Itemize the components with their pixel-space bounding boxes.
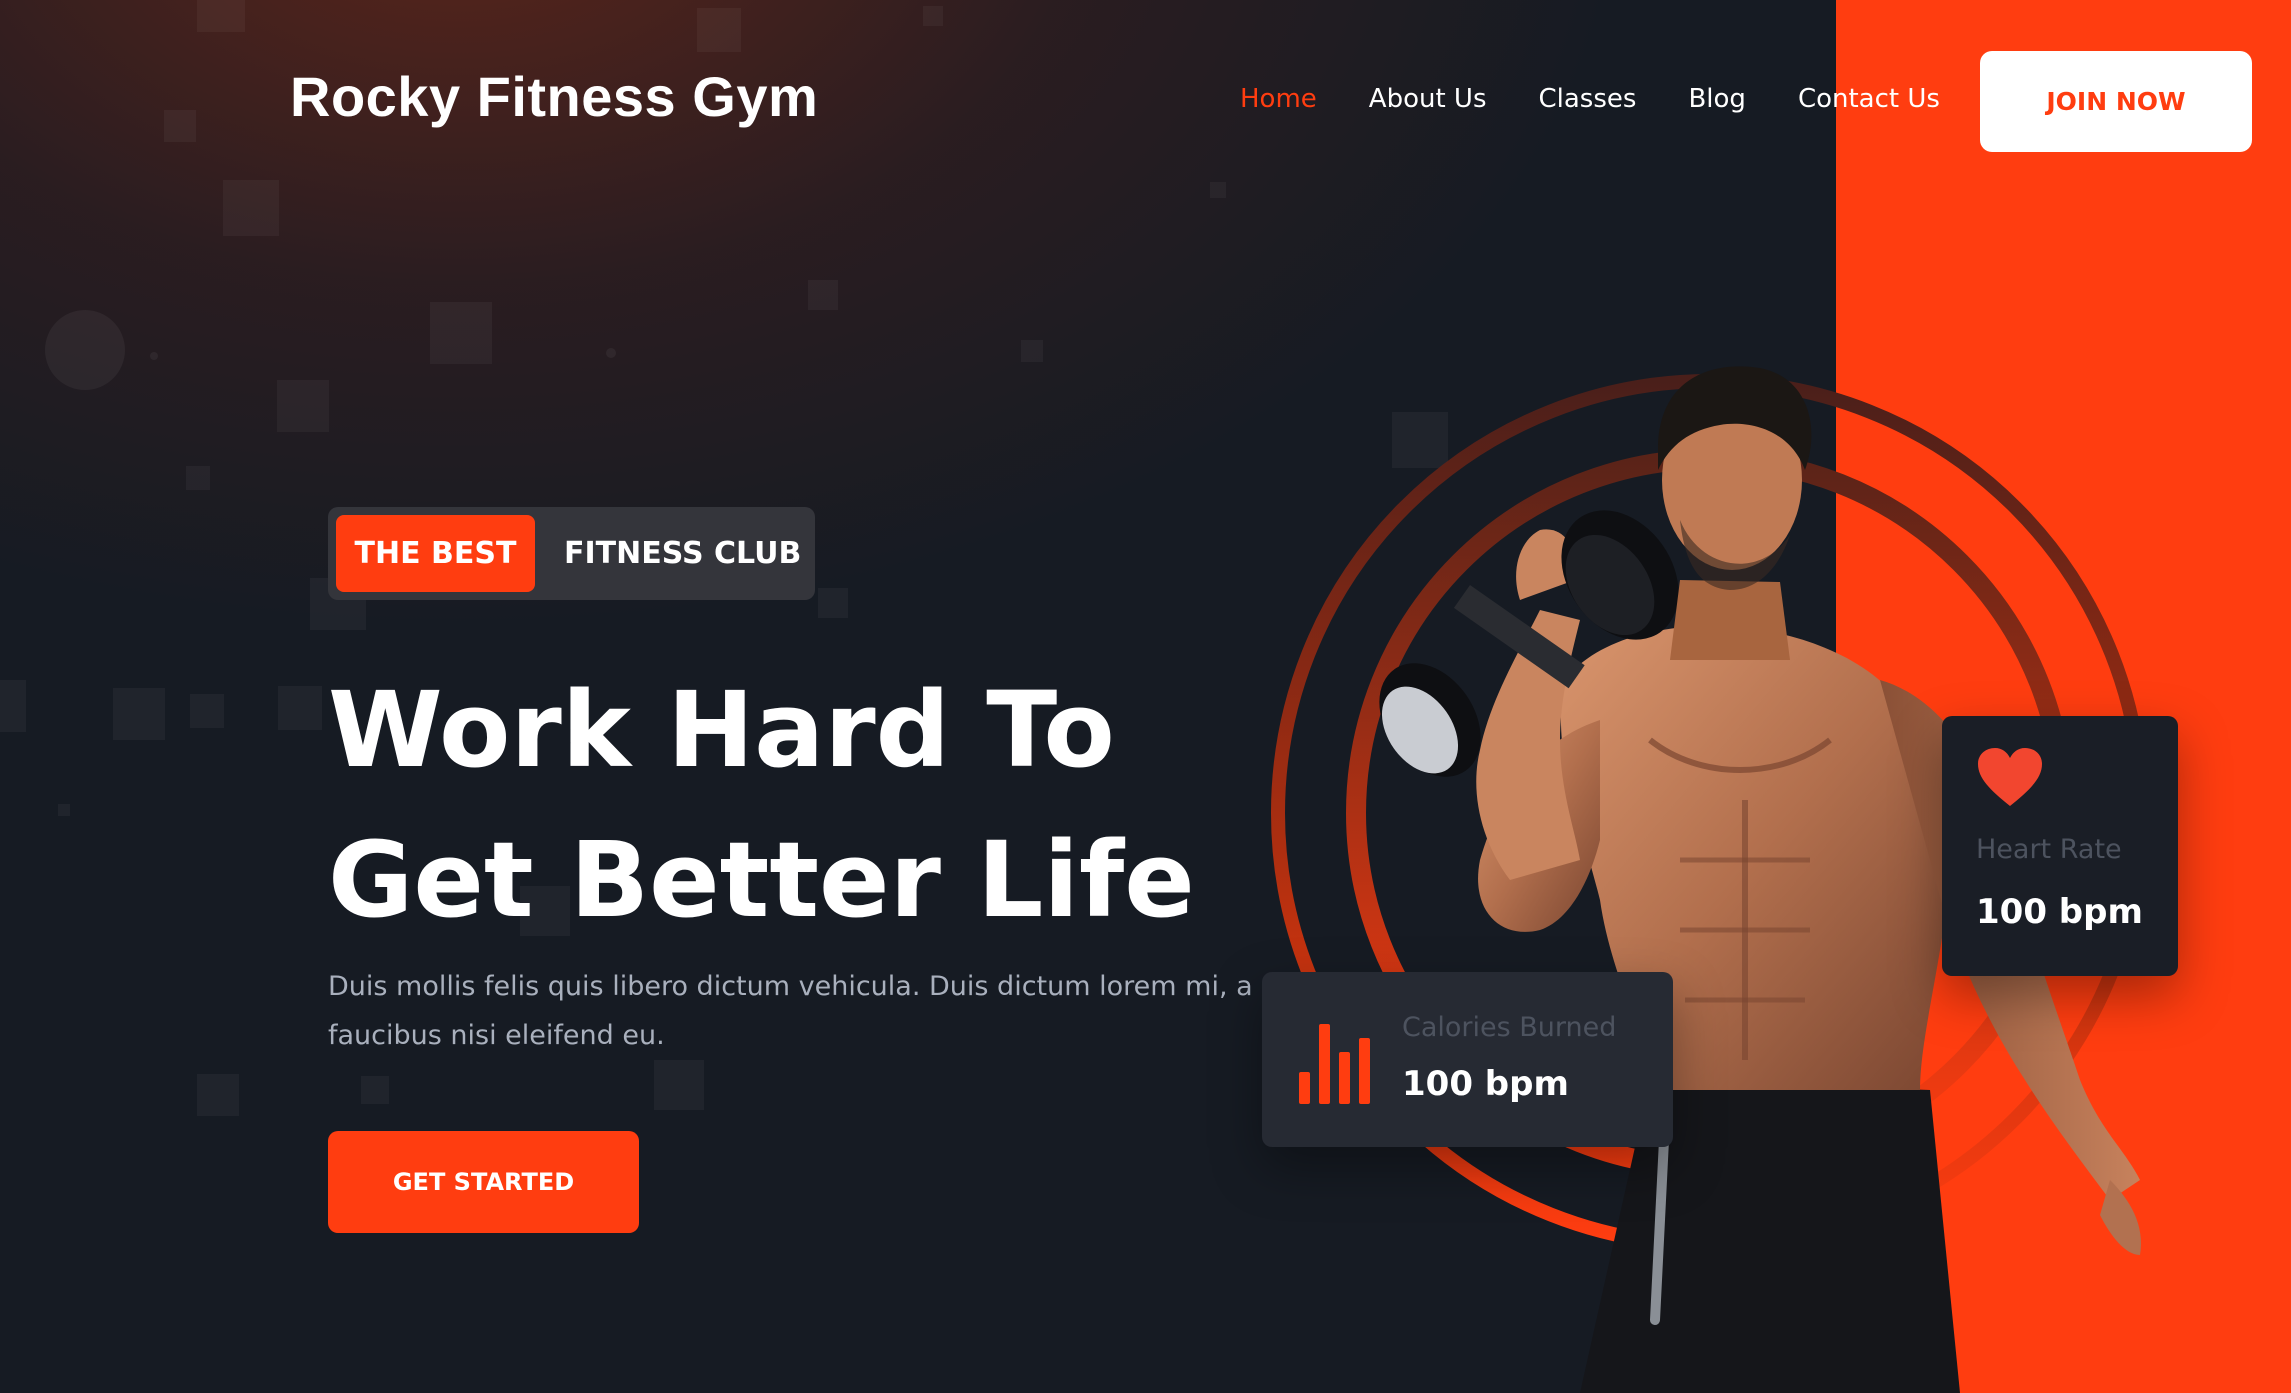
heart-rate-value: 100 bpm <box>1976 892 2143 932</box>
bg-square <box>0 680 26 732</box>
bg-square <box>164 110 196 142</box>
bg-square <box>697 8 741 52</box>
bg-square <box>197 0 245 32</box>
nav-about-us[interactable]: About Us <box>1369 84 1487 114</box>
calories-card: Calories Burned 100 bpm <box>1262 972 1673 1147</box>
bg-circle <box>150 352 158 360</box>
heart-icon <box>1978 748 2042 806</box>
calories-value: 100 bpm <box>1402 1064 1569 1104</box>
nav-home[interactable]: Home <box>1240 84 1317 114</box>
bg-square <box>278 686 322 730</box>
bar-chart-icon <box>1299 1024 1370 1104</box>
nav-contact-us[interactable]: Contact Us <box>1798 84 1940 114</box>
bg-square <box>923 6 943 26</box>
bg-square <box>113 688 165 740</box>
main-nav: Home About Us Classes Blog Contact Us <box>1240 84 1940 114</box>
bg-square <box>1021 340 1043 362</box>
bg-circle <box>45 310 125 390</box>
hero-badge: THE BEST FITNESS CLUB <box>328 507 815 600</box>
heart-rate-label: Heart Rate <box>1976 834 2122 865</box>
bg-square <box>818 588 848 618</box>
nav-classes[interactable]: Classes <box>1539 84 1637 114</box>
brand-logo[interactable]: Rocky Fitness Gym <box>290 64 818 129</box>
bg-square <box>1210 182 1226 198</box>
bg-square <box>223 180 279 236</box>
join-now-button[interactable]: JOIN NOW <box>1980 51 2252 152</box>
hero-headline: Work Hard To Get Better Life <box>328 655 1328 955</box>
nav-blog[interactable]: Blog <box>1688 84 1745 114</box>
badge-highlight: THE BEST <box>336 515 535 592</box>
bg-square <box>186 466 210 490</box>
heart-rate-card: Heart Rate 100 bpm <box>1942 716 2178 976</box>
bg-square <box>430 302 492 364</box>
bg-square <box>277 380 329 432</box>
bg-square <box>197 1074 239 1116</box>
badge-text: FITNESS CLUB <box>564 536 802 571</box>
bg-circle <box>606 348 616 358</box>
calories-label: Calories Burned <box>1402 1012 1617 1043</box>
bg-square <box>361 1076 389 1104</box>
get-started-button[interactable]: GET STARTED <box>328 1131 639 1233</box>
headline-line-1: Work Hard To <box>328 669 1115 791</box>
headline-line-2: Get Better Life <box>328 819 1195 941</box>
hero-description: Duis mollis felis quis libero dictum veh… <box>328 971 1253 1051</box>
bg-square <box>654 1060 704 1110</box>
bg-square <box>808 280 838 310</box>
bg-square <box>58 804 70 816</box>
hero-section: Rocky Fitness Gym Home About Us Classes … <box>0 0 2291 1393</box>
bg-square <box>190 694 224 728</box>
